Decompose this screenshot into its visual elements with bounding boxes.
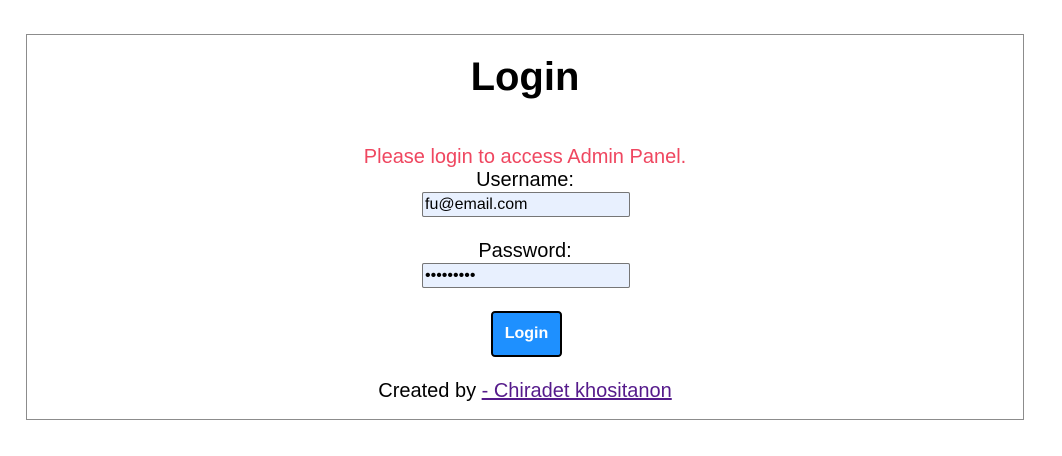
password-input[interactable]: [422, 263, 630, 288]
page-title: Login: [470, 55, 580, 99]
login-panel: Login Please login to access Admin Panel…: [26, 34, 1024, 420]
username-input[interactable]: [422, 192, 630, 217]
footer-prefix: Created by: [378, 380, 482, 402]
username-label: Username:: [476, 169, 574, 191]
login-button[interactable]: Login: [491, 311, 562, 357]
password-label: Password:: [478, 240, 572, 262]
footer-credit: Created by - Chiradet khositanon: [27, 379, 1023, 403]
login-notice: Please login to access Admin Panel.: [363, 146, 687, 168]
author-link[interactable]: - Chiradet khositanon: [482, 380, 672, 402]
